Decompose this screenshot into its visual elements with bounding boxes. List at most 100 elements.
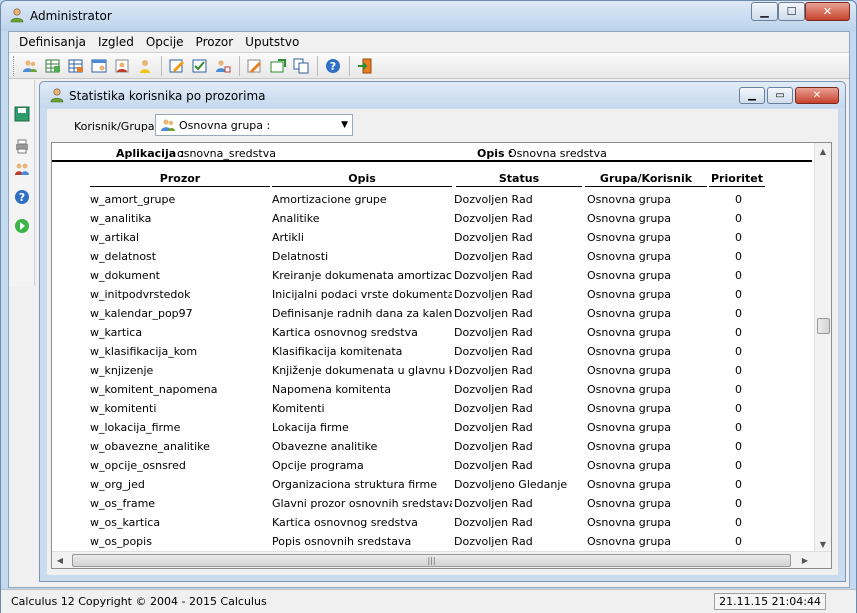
column-header-status: Status xyxy=(456,172,582,187)
chevron-down-icon[interactable]: ▼ xyxy=(341,120,348,130)
cell-opis: Opcije programa xyxy=(272,459,364,472)
cell-opis: Obavezne analitike xyxy=(272,440,378,453)
cell-prioritet: 0 xyxy=(735,383,742,396)
close-button[interactable]: ✕ xyxy=(805,2,850,21)
table-row[interactable]: w_analitika Analitike Dozvoljen Rad Osnovna… xyxy=(52,209,812,228)
menu-definisanja[interactable]: Definisanja xyxy=(13,35,92,49)
copy-icon[interactable] xyxy=(290,55,312,77)
table-row[interactable]: w_artikal Artikli Dozvoljen Rad Osnovna gru… xyxy=(52,228,812,247)
table-row[interactable]: w_opcije_osnsred Opcije programa Dozvoljen… xyxy=(52,456,812,475)
cell-grupa: Osnovna grupa xyxy=(587,212,672,225)
cell-prozor: w_opcije_osnsred xyxy=(90,459,186,472)
report-content: Aplikacija : osnovna_sredstva Opis : Osn… xyxy=(52,143,815,552)
grid-edit-icon[interactable] xyxy=(65,55,87,77)
table-row[interactable]: w_os_kartica Kartica osnovnog sredstva Doz… xyxy=(52,513,812,532)
table-row[interactable]: w_initpodvrstedok Inicijalni podaci vrste… xyxy=(52,285,812,304)
key-user-icon[interactable] xyxy=(134,55,156,77)
table-row[interactable]: w_os_frame Glavni prozor osnovnih sredsta… xyxy=(52,494,812,513)
table-row[interactable]: w_os_popis Popis osnovnih sredstava Dozvol… xyxy=(52,532,812,551)
table-row[interactable]: w_lokacija_firme Lokacija firme Dozvoljen … xyxy=(52,418,812,437)
child-minimize-button[interactable]: ▁ xyxy=(739,87,765,104)
print-icon[interactable] xyxy=(12,136,32,156)
horizontal-scrollbar[interactable]: ◀ ||| ▶ xyxy=(52,551,831,568)
cell-status: Dozvoljen Rad xyxy=(454,364,533,377)
add-grid-icon[interactable] xyxy=(42,55,64,77)
toolbar-separator xyxy=(239,55,240,76)
menu-opcije[interactable]: Opcije xyxy=(140,35,190,49)
cell-prioritet: 0 xyxy=(735,459,742,472)
menu-uputstvo[interactable]: Uputstvo xyxy=(239,35,305,49)
menu-bar: Definisanja Izgled Opcije Prozor Uputstv… xyxy=(9,32,849,51)
table-row[interactable]: w_org_jed Organizaciona struktura firme Do… xyxy=(52,475,812,494)
horizontal-scroll-thumb[interactable]: ||| xyxy=(72,554,791,567)
child-body: Korisnik/Grupa: Osnovna grupa : ▼ Aplika… xyxy=(47,109,838,575)
help-icon[interactable]: ? xyxy=(12,187,32,207)
cell-opis: Glavni prozor osnovnih sredstava xyxy=(272,497,452,510)
people-icon[interactable] xyxy=(12,159,32,179)
cell-status: Dozvoljen Rad xyxy=(454,421,533,434)
exit-icon[interactable] xyxy=(354,55,376,77)
table-row[interactable]: w_knjizenje Knjiženje dokumenata u glavnu… xyxy=(52,361,812,380)
scroll-left-icon[interactable]: ◀ xyxy=(52,552,68,568)
cell-prozor: w_os_popis xyxy=(90,535,152,548)
table-row[interactable]: w_dokument Kreiranje dokumenata amortizac… xyxy=(52,266,812,285)
user-edit-icon[interactable] xyxy=(212,55,234,77)
report-view[interactable]: Aplikacija : osnovna_sredstva Opis : Osn… xyxy=(51,142,832,569)
table-row[interactable]: w_klasifikacija_kom Klasifikacija komiten… xyxy=(52,342,812,361)
save-icon[interactable] xyxy=(12,104,32,124)
menu-izgled[interactable]: Izgled xyxy=(92,35,140,49)
filter-label: Korisnik/Grupa: xyxy=(74,120,159,133)
cell-status: Dozvoljen Rad xyxy=(454,440,533,453)
cell-grupa: Osnovna grupa xyxy=(587,250,672,263)
cell-prioritet: 0 xyxy=(735,402,742,415)
table-row[interactable]: w_amort_grupe Amortizacione grupe Dozvolje… xyxy=(52,190,812,209)
table-row[interactable]: w_komitenti Komitenti Dozvoljen Rad Osnovna… xyxy=(52,399,812,418)
toolbar-separator xyxy=(317,55,318,76)
cell-status: Dozvoljen Rad xyxy=(454,288,533,301)
edit-icon[interactable] xyxy=(166,55,188,77)
cell-opis: Popis osnovnih sredstava xyxy=(272,535,412,548)
cell-prioritet: 0 xyxy=(735,250,742,263)
vertical-scrollbar[interactable]: ▲ ▼ xyxy=(814,143,831,553)
help-icon[interactable]: ? xyxy=(322,55,344,77)
check-grid-icon[interactable] xyxy=(189,55,211,77)
child-close-button[interactable]: ✕ xyxy=(795,87,839,104)
table-row[interactable]: w_kartica Kartica osnovnog sredstva Dozvol… xyxy=(52,323,812,342)
cell-opis: Inicijalni podaci vrste dokumenta xyxy=(272,288,452,301)
scroll-right-icon[interactable]: ▶ xyxy=(797,552,813,568)
cell-opis: Komitenti xyxy=(272,402,325,415)
users-icon[interactable] xyxy=(19,55,41,77)
next-icon[interactable] xyxy=(12,216,32,236)
datetime-panel: 21.11.15 21:04:44 xyxy=(714,593,826,610)
cell-status: Dozvoljen Rad xyxy=(454,326,533,339)
table-row[interactable]: w_komitent_napomena Napomena komitenta Doz… xyxy=(52,380,812,399)
cell-status: Dozvoljen Rad xyxy=(454,459,533,472)
sign-icon[interactable] xyxy=(267,55,289,77)
main-window: Administrator ▁ ☐ ✕ Definisanja Izgled O… xyxy=(0,0,857,613)
cell-grupa: Osnovna grupa xyxy=(587,269,672,282)
cell-prozor: w_os_frame xyxy=(90,497,156,510)
cell-grupa: Osnovna grupa xyxy=(587,497,672,510)
cell-prioritet: 0 xyxy=(735,497,742,510)
toolbar-separator xyxy=(349,55,350,76)
cell-prozor: w_artikal xyxy=(90,231,140,244)
user-group-dropdown[interactable]: Osnovna grupa : ▼ xyxy=(155,114,353,136)
pencil-icon[interactable] xyxy=(244,55,266,77)
maximize-button[interactable]: ☐ xyxy=(778,2,805,21)
scroll-up-icon[interactable]: ▲ xyxy=(815,143,831,159)
column-header-opis: Opis xyxy=(272,172,452,187)
table-row[interactable]: w_obavezne_analitike Obavezne analitike Do… xyxy=(52,437,812,456)
user-group-icon[interactable] xyxy=(111,55,133,77)
application-value: osnovna_sredstva xyxy=(177,147,276,160)
child-window-title: Statistika korisnika po prozorima xyxy=(69,89,266,103)
table-row[interactable]: w_kalendar_pop97 Definisanje radnih dana … xyxy=(52,304,812,323)
minimize-button[interactable]: ▁ xyxy=(751,2,778,21)
vertical-scroll-thumb[interactable] xyxy=(817,318,830,334)
menu-prozor[interactable]: Prozor xyxy=(190,35,240,49)
window-icon[interactable] xyxy=(88,55,110,77)
table-row[interactable]: w_delatnost Delatnosti Dozvoljen Rad Osnovn… xyxy=(52,247,812,266)
child-restore-button[interactable]: ▭ xyxy=(767,87,793,104)
scroll-down-icon[interactable]: ▼ xyxy=(815,536,831,552)
child-title-bar: Statistika korisnika po prozorima ▁ ▭ ✕ xyxy=(40,82,845,108)
title-bar: Administrator ▁ ☐ ✕ xyxy=(1,1,856,31)
